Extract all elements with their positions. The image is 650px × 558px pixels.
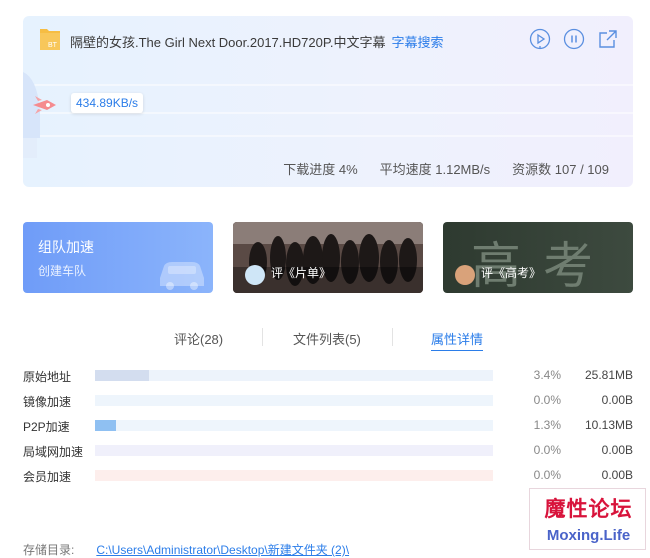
tab-comments[interactable]: 评论(28) <box>174 329 223 348</box>
car-icon <box>160 262 204 290</box>
team-title: 组队加速 <box>38 239 94 255</box>
row-progress-fill <box>95 370 149 381</box>
download-stats: 下载进度 4% 平均速度 1.12MB/s 资源数 107 / 109 <box>261 159 609 178</box>
tab-file-list[interactable]: 文件列表(5) <box>293 329 361 348</box>
row-progress-fill <box>95 420 116 431</box>
avg-speed-label: 平均速度 1.12MB/s <box>379 162 491 177</box>
pause-icon[interactable] <box>563 28 585 50</box>
watermark-domain: Moxing.Life <box>546 527 631 544</box>
row-size: 10.13MB <box>584 418 633 432</box>
row-size: 0.00B <box>601 443 633 457</box>
movie-avatar <box>245 265 265 285</box>
team-acceleration-tile[interactable]: 组队加速 创建车队 <box>23 222 213 293</box>
acceleration-row: 会员加速 0.0% 0.00B <box>23 468 633 484</box>
row-percent: 0.0% <box>533 393 561 407</box>
tab-divider <box>262 328 263 346</box>
row-label: P2P加速 <box>23 420 70 434</box>
gaokao-avatar <box>455 265 475 285</box>
tab-divider <box>392 328 393 346</box>
bt-file-icon: BT <box>40 29 60 50</box>
detail-tabs: 评论(28) 文件列表(5) 属性详情 <box>23 326 633 351</box>
row-size: 25.81MB <box>584 368 633 382</box>
gaokao-bg-text: 高考 <box>471 237 615 293</box>
progress-label: 下载进度 4% <box>283 162 358 177</box>
rocket-icon <box>33 96 56 114</box>
row-progress-bar <box>95 445 493 456</box>
gaokao-tile[interactable]: 高考 评《高考》 <box>443 222 633 293</box>
row-progress-bar <box>95 395 493 406</box>
row-size: 0.00B <box>601 393 633 407</box>
acceleration-row: P2P加速 1.3% 10.13MB <box>23 418 633 434</box>
save-path-row: 存储目录: C:\Users\Administrator\Desktop\新建文件… <box>23 541 349 558</box>
row-label: 会员加速 <box>23 470 72 484</box>
watermark-title: 魔性论坛 <box>544 496 633 521</box>
open-external-icon[interactable] <box>597 28 619 50</box>
current-speed-tag: 434.89KB/s <box>71 93 144 113</box>
tab-properties[interactable]: 属性详情 <box>431 329 484 351</box>
row-label: 局域网加速 <box>23 445 84 459</box>
row-percent: 3.4% <box>533 368 561 382</box>
row-progress-bar <box>95 420 493 431</box>
row-progress-bar <box>95 370 493 381</box>
row-progress-bar <box>95 470 493 481</box>
row-label: 原始地址 <box>23 370 72 384</box>
row-percent: 1.3% <box>533 418 561 432</box>
forum-watermark-logo: 魔性论坛 Moxing.Life <box>529 488 646 550</box>
movie-list-tile[interactable]: 评《片单》 <box>233 222 423 293</box>
play-icon[interactable] <box>529 28 551 50</box>
task-title-text: 隔壁的女孩.The Girl Next Door.2017.HD720P.中文字… <box>70 35 386 50</box>
row-label: 镜像加速 <box>23 395 72 409</box>
speed-graph <box>23 72 633 158</box>
row-percent: 0.0% <box>533 468 561 482</box>
row-percent: 0.0% <box>533 443 561 457</box>
acceleration-row: 局域网加速 0.0% 0.00B <box>23 443 633 459</box>
svg-text:BT: BT <box>48 42 58 49</box>
subtitle-search-link[interactable]: 字幕搜索 <box>391 35 443 50</box>
download-info-card: BT 隔壁的女孩.The Girl Next Door.2017.HD720P.… <box>23 16 633 187</box>
gaokao-label: 评《高考》 <box>481 266 542 280</box>
create-team-link[interactable]: 创建车队 <box>38 262 86 279</box>
acceleration-row: 原始地址 3.4% 25.81MB <box>23 368 633 384</box>
task-title: 隔壁的女孩.The Girl Next Door.2017.HD720P.中文字… <box>70 32 444 51</box>
row-size: 0.00B <box>601 468 633 482</box>
acceleration-row: 镜像加速 0.0% 0.00B <box>23 393 633 409</box>
movie-list-label: 评《片单》 <box>271 266 332 280</box>
resources-label: 资源数 107 / 109 <box>512 162 609 177</box>
